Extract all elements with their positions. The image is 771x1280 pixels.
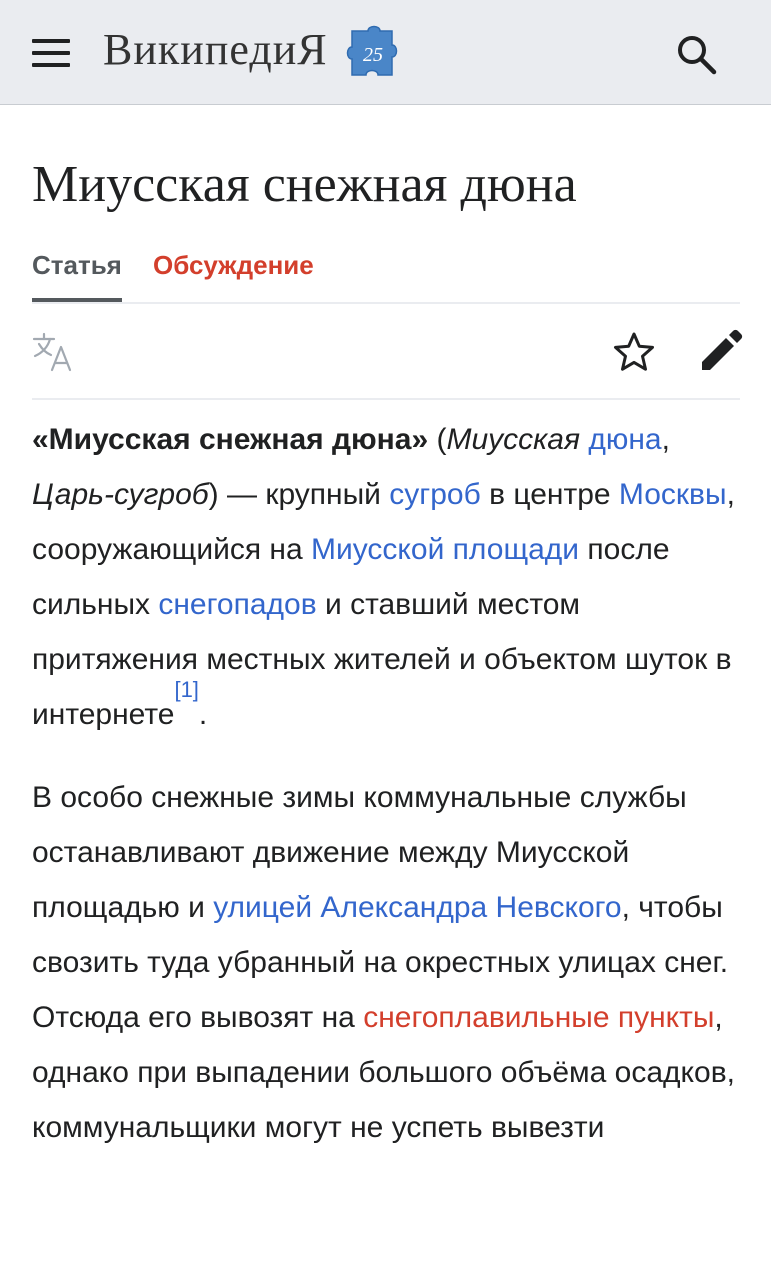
article-body: «Миусская снежная дюна» (Миусская дюна, … — [32, 412, 740, 1155]
page-actions-toolbar — [32, 302, 743, 400]
watch-star-icon[interactable] — [612, 330, 656, 374]
text-span: в центре — [480, 478, 619, 511]
wikipedia-25-puzzle-logo: 25 — [346, 25, 398, 76]
text-span: . — [198, 698, 208, 731]
search-icon[interactable] — [674, 32, 718, 76]
link-miusskaya-square[interactable]: Миусской площади — [311, 533, 579, 566]
reference-link-1[interactable]: [1] — [174, 677, 198, 702]
alt-name-text-2: Царь-сугроб — [32, 478, 209, 511]
lead-paragraph: «Миусская снежная дюна» (Миусская дюна, … — [32, 412, 740, 742]
bold-title-text: «Миусская снежная дюна» — [32, 423, 429, 456]
text-span: , — [661, 423, 670, 456]
text-span: ) — крупный — [208, 478, 390, 511]
link-moscow[interactable]: Москвы — [619, 478, 727, 511]
link-snowfall[interactable]: снегопадов — [158, 588, 316, 621]
edit-pencil-icon[interactable] — [698, 328, 744, 374]
link-dune[interactable]: дюна — [588, 423, 661, 456]
redlink-snow-melting-points[interactable]: снегоплавильные пункты — [363, 1001, 714, 1034]
page-tabs: Статья Обсуждение — [32, 240, 740, 304]
alt-name-text: Миусская — [446, 423, 589, 456]
tab-talk[interactable]: Обсуждение — [153, 250, 314, 281]
top-bar: ВикипедиЯ 25 — [0, 0, 771, 105]
link-alexander-nevsky-street[interactable]: улицей Александра Невского — [213, 891, 621, 924]
language-icon[interactable] — [32, 332, 74, 372]
page-title: Миусская снежная дюна — [32, 156, 577, 213]
tab-article[interactable]: Статья — [32, 250, 122, 302]
svg-text:25: 25 — [363, 44, 383, 66]
text-span: ( — [428, 423, 447, 456]
body-paragraph: В особо снежные зимы коммунальные службы… — [32, 770, 740, 1155]
link-snowdrift[interactable]: сугроб — [389, 478, 481, 511]
wikipedia-wordmark[interactable]: ВикипедиЯ — [103, 22, 328, 78]
hamburger-menu-icon[interactable] — [32, 37, 72, 69]
